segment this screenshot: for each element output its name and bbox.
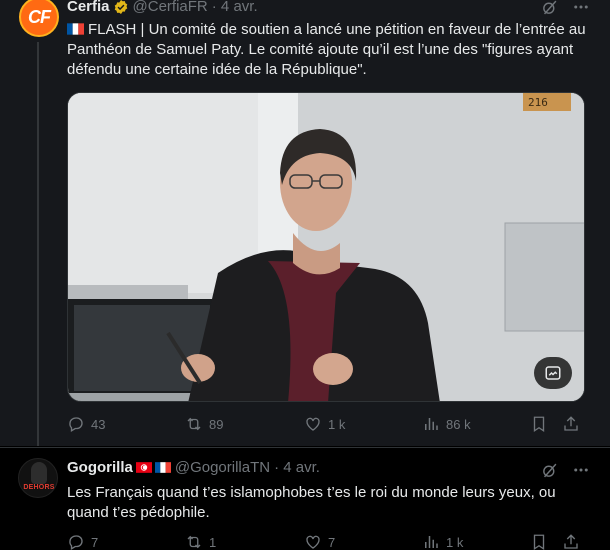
photo-man-speaking: 216	[68, 93, 584, 401]
author-handle[interactable]: @GogorillaTN	[175, 459, 270, 476]
tweet-header: Cerfia @CerfiaFR · 4 avr.	[67, 0, 258, 15]
repost-count: 1	[209, 534, 217, 550]
share-icon	[564, 534, 578, 549]
author-handle[interactable]: @CerfiaFR	[133, 0, 208, 15]
reply-icon	[69, 535, 83, 550]
bookmark-icon	[533, 534, 545, 550]
like-count: 1 k	[328, 416, 346, 432]
france-flag-icon	[67, 23, 84, 35]
bookmark-button[interactable]	[530, 415, 562, 433]
reply-count: 7	[91, 534, 99, 550]
author-name[interactable]: Gogorilla	[67, 459, 133, 476]
views-icon	[425, 418, 438, 430]
edit-image-icon	[545, 366, 561, 380]
repost-icon	[187, 417, 201, 431]
tweet-photo[interactable]: 216	[67, 92, 585, 402]
tweet-date[interactable]: · 4 avr.	[212, 0, 258, 15]
like-button[interactable]: 1 k	[304, 415, 422, 433]
avatar-gogorilla[interactable]: DEHORS	[18, 458, 58, 498]
verified-badge-icon[interactable]	[113, 0, 129, 15]
edit-image-button[interactable]	[534, 357, 572, 389]
tweet-cerfia[interactable]: CF Cerfia @CerfiaFR · 4 avr. FLASH | Un …	[0, 0, 610, 446]
tweet-actions: 43 89 1 k 86 k	[67, 415, 592, 433]
tweet-date[interactable]: · 4 avr.	[274, 459, 320, 476]
share-button[interactable]	[562, 415, 580, 433]
thread-connector-line	[37, 42, 39, 446]
bookmark-icon	[533, 416, 545, 433]
avatar-figure	[31, 462, 47, 484]
tweet-top-actions	[541, 461, 590, 479]
tweet-text: FLASH | Un comité de soutien a lancé une…	[67, 20, 592, 80]
reply-button[interactable]: 43	[67, 415, 185, 433]
france-flag-icon	[154, 462, 171, 473]
tweet-text: Les Français quand t’es islamophobes t’e…	[67, 484, 556, 521]
tweet-actions-gogorilla: 7 1 7 1 k	[67, 533, 592, 550]
views-count: 1 k	[446, 534, 464, 550]
bookmark-button[interactable]	[530, 533, 562, 550]
tunisia-flag-icon	[135, 462, 152, 473]
avatar-logo-text: CF	[28, 6, 51, 27]
tweet-body: FLASH | Un comité de soutien a lancé une…	[67, 21, 586, 78]
like-icon	[306, 535, 320, 549]
like-count: 7	[328, 534, 336, 550]
like-button[interactable]: 7	[304, 533, 422, 550]
more-icon[interactable]	[572, 0, 590, 16]
reply-button[interactable]: 7	[67, 533, 185, 550]
reply-count: 43	[91, 416, 106, 432]
grok-icon[interactable]	[541, 0, 558, 16]
more-icon[interactable]	[572, 461, 590, 479]
tweet-top-actions	[541, 0, 590, 16]
reply-icon	[69, 417, 83, 432]
repost-button[interactable]: 1	[185, 533, 304, 550]
share-button[interactable]	[562, 533, 580, 550]
svg-text:216: 216	[528, 96, 548, 109]
avatar-label: DEHORS	[23, 484, 55, 491]
repost-icon	[187, 535, 201, 549]
views-count: 86 k	[446, 416, 471, 432]
author-name[interactable]: Cerfia	[67, 0, 110, 15]
views-icon	[425, 536, 438, 548]
views-button[interactable]: 1 k	[422, 533, 530, 550]
grok-icon[interactable]	[541, 462, 558, 479]
repost-count: 89	[209, 416, 224, 432]
avatar-cerfia[interactable]: CF	[19, 0, 59, 37]
views-button[interactable]: 86 k	[422, 415, 530, 433]
share-icon	[564, 416, 578, 431]
tweet-header: Gogorilla @GogorillaTN · 4 avr.	[67, 459, 320, 476]
like-icon	[306, 417, 320, 431]
repost-button[interactable]: 89	[185, 415, 304, 433]
